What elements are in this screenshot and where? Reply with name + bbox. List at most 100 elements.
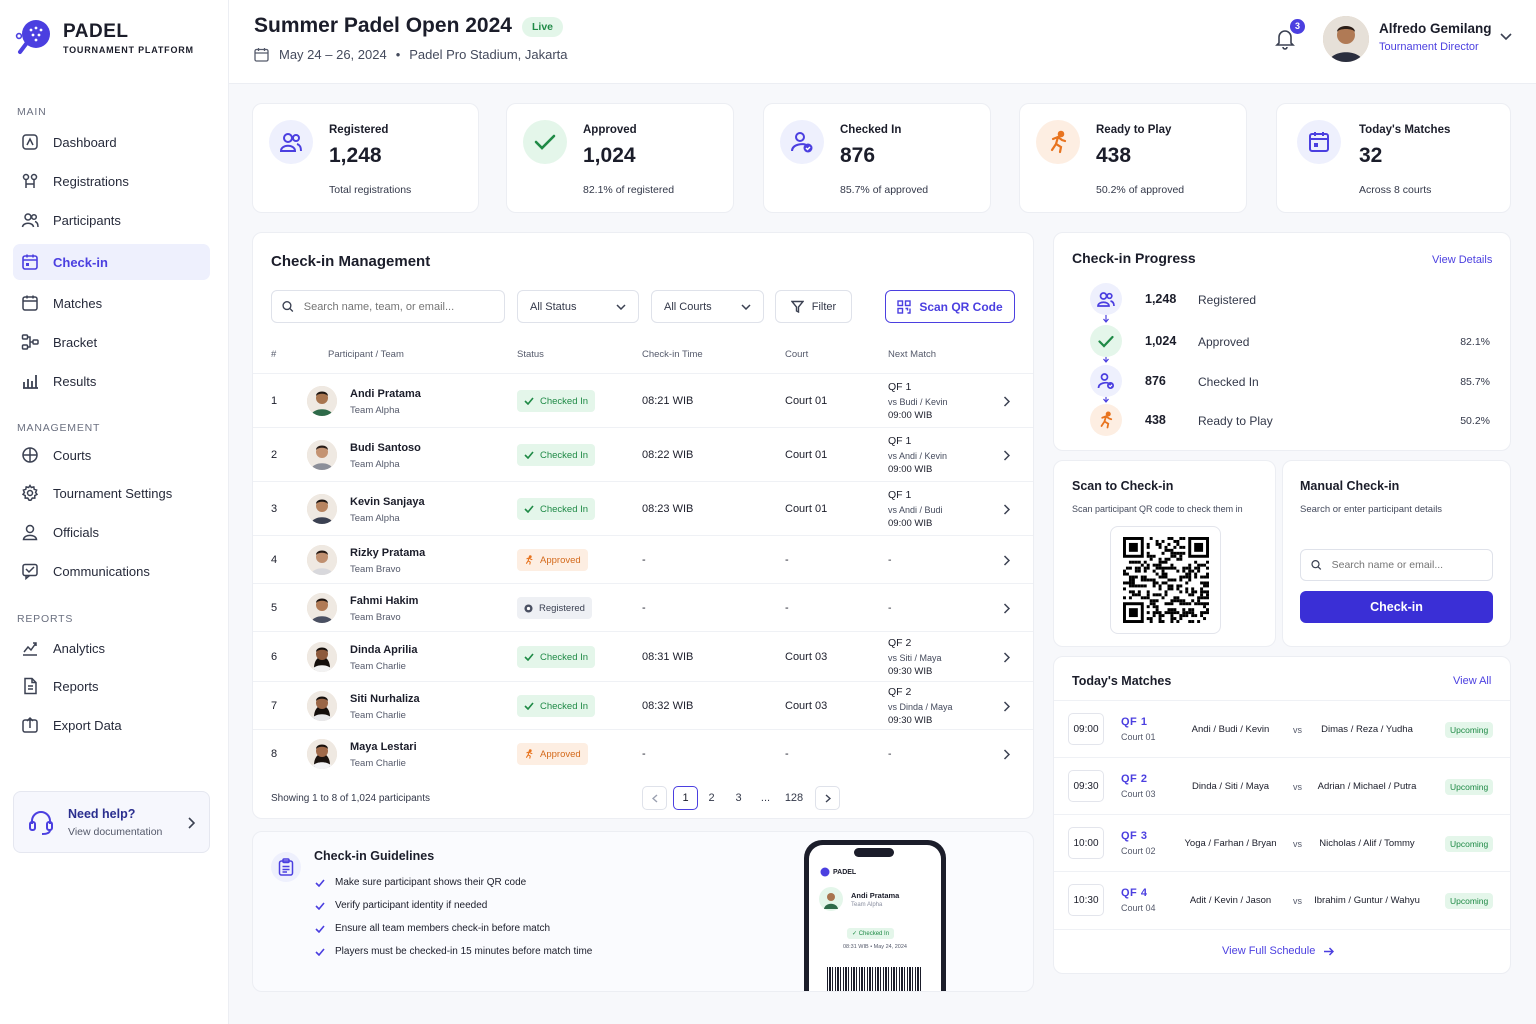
- chevron-right-icon[interactable]: [1003, 450, 1010, 461]
- stat-subtext: Across 8 courts: [1359, 184, 1432, 196]
- view-all-link[interactable]: View All: [1453, 675, 1491, 687]
- view-details-link[interactable]: View Details: [1432, 254, 1492, 266]
- status-text: Checked In: [540, 449, 589, 461]
- panel-title: Check-in Management: [271, 253, 431, 270]
- checkin-time: 08:23 WIB: [642, 503, 694, 515]
- page-button-2[interactable]: 2: [698, 792, 725, 804]
- chevron-right-icon[interactable]: [1003, 749, 1010, 760]
- match-row[interactable]: 09:00 QF 1 Court 01 Andi / Budi / Kevin vs Di…: [1054, 700, 1510, 757]
- stat-value: 32: [1359, 144, 1383, 167]
- table-row[interactable]: 2 Budi Santoso Team Alpha Checked In 08:22 W…: [253, 427, 1033, 481]
- match-row[interactable]: 09:30 QF 2 Court 03 Dinda / Siti / Maya vs Ad…: [1054, 757, 1510, 814]
- next-match-time: 09:30 WIB: [888, 715, 933, 726]
- scan-title: Scan to Check-in: [1072, 479, 1174, 493]
- notification-count: 3: [1290, 19, 1305, 34]
- sidebar-item-check-in[interactable]: Check-in: [13, 244, 210, 280]
- sidebar-item-registrations[interactable]: Registrations: [13, 163, 210, 199]
- search-input[interactable]: [271, 290, 505, 323]
- prev-page-button[interactable]: [642, 786, 667, 810]
- calendar-icon: [1309, 132, 1329, 152]
- next-match-round: -: [888, 602, 892, 614]
- sidebar-item-results[interactable]: Results: [13, 363, 210, 399]
- table-row[interactable]: 7 Siti Nurhaliza Team Charlie Checked In 08:…: [253, 681, 1033, 729]
- column-header-checkin-time: Check-in Time: [642, 349, 703, 360]
- table-row[interactable]: 4 Rizky Pratama Team Bravo Approved - - -: [253, 535, 1033, 583]
- page-button-last[interactable]: 128: [779, 792, 809, 804]
- sidebar-item-tournament-settings[interactable]: Tournament Settings: [13, 475, 210, 511]
- scan-qr-button[interactable]: Scan QR Code: [885, 290, 1015, 323]
- avatar[interactable]: [1323, 16, 1369, 62]
- check-icon: [524, 451, 534, 459]
- qr-code-icon: [1122, 537, 1209, 623]
- next-match-round: QF 2: [888, 637, 912, 649]
- chevron-right-icon[interactable]: [1003, 555, 1010, 566]
- sidebar-item-officials[interactable]: Officials: [13, 514, 210, 550]
- next-match-time: 09:30 WIB: [888, 666, 933, 677]
- headset-icon: [29, 811, 53, 835]
- nav-section-management: MANAGEMENT: [17, 422, 101, 434]
- sidebar-item-matches[interactable]: Matches: [13, 285, 210, 321]
- check-icon: [524, 653, 534, 661]
- sidebar-item-participants[interactable]: Participants: [13, 202, 210, 238]
- sidebar-item-label: Dashboard: [53, 134, 117, 150]
- progress-icon-approved: [1090, 325, 1122, 357]
- user-check-icon: [1097, 373, 1114, 389]
- manual-search-input[interactable]: [1300, 549, 1493, 581]
- chevron-right-icon[interactable]: [1003, 396, 1010, 407]
- sidebar-item-reports[interactable]: Reports: [13, 668, 210, 704]
- status-filter-select[interactable]: All Status: [517, 290, 639, 323]
- chevron-right-icon[interactable]: [1003, 504, 1010, 515]
- guideline-item: Verify participant identity if needed: [315, 900, 487, 911]
- guidelines-title: Check-in Guidelines: [314, 849, 435, 863]
- qr-code-box[interactable]: [1110, 526, 1221, 634]
- arrow-right-icon: [1324, 946, 1335, 956]
- row-number: 6: [271, 651, 278, 663]
- filter-label: Filter: [811, 300, 837, 313]
- brand-logo[interactable]: PADEL TOURNAMENT PLATFORM: [14, 18, 194, 58]
- stat-value: 1,248: [329, 144, 382, 167]
- manual-search-field[interactable]: [1331, 559, 1492, 571]
- bracket-icon: [21, 334, 39, 350]
- match-court: Court 03: [1121, 789, 1156, 799]
- sidebar-item-bracket[interactable]: Bracket: [13, 324, 210, 360]
- participant-team: Team Alpha: [350, 405, 400, 416]
- table-row[interactable]: 6 Dinda Aprilia Team Charlie Checked In 08:3…: [253, 631, 1033, 681]
- sidebar-item-communications[interactable]: Communications: [13, 553, 210, 589]
- next-page-button[interactable]: [815, 786, 840, 810]
- match-team-a: Dinda / Siti / Maya: [1191, 781, 1270, 792]
- filter-button[interactable]: Filter: [775, 290, 852, 323]
- progress-title: Check-in Progress: [1072, 250, 1196, 266]
- page-button-1[interactable]: 1: [673, 786, 698, 810]
- match-team-a: Yoga / Farhan / Bryan: [1184, 838, 1277, 849]
- table-row[interactable]: 1 Andi Pratama Team Alpha Checked In 08:21 W…: [253, 373, 1033, 427]
- court-filter-select[interactable]: All Courts: [651, 290, 764, 323]
- check-in-button[interactable]: Check-in: [1300, 591, 1493, 623]
- sidebar-item-dashboard[interactable]: Dashboard: [13, 124, 210, 160]
- status-badge: Approved: [517, 743, 588, 765]
- page-button-3[interactable]: 3: [725, 792, 752, 804]
- participant-team: Team Charlie: [350, 661, 406, 672]
- avatar: [819, 887, 843, 911]
- analytics-icon: [23, 642, 37, 656]
- court-icon: [22, 447, 38, 463]
- sidebar-item-export-data[interactable]: Export Data: [13, 707, 210, 743]
- checkin-progress-panel: Check-in Progress View Details 1,248 Reg…: [1053, 232, 1511, 451]
- sidebar-item-analytics[interactable]: Analytics: [13, 630, 210, 666]
- table-row[interactable]: 5 Fahmi Hakim Team Bravo Registered - - -: [253, 583, 1033, 631]
- match-row[interactable]: 10:00 QF 3 Court 02 Yoga / Farhan / Bryan vs…: [1054, 814, 1510, 871]
- sidebar-item-courts[interactable]: Courts: [13, 437, 210, 473]
- chevron-down-icon[interactable]: [1500, 33, 1512, 41]
- search-field[interactable]: [303, 300, 504, 313]
- table-row[interactable]: 3 Kevin Sanjaya Team Alpha Checked In 08:23 …: [253, 481, 1033, 535]
- chevron-right-icon[interactable]: [1003, 603, 1010, 614]
- help-card[interactable]: Need help? View documentation: [13, 791, 210, 853]
- matches-title: Today's Matches: [1072, 674, 1172, 688]
- court-name: -: [785, 554, 789, 566]
- table-row[interactable]: 8 Maya Lestari Team Charlie Approved - - -: [253, 729, 1033, 777]
- view-full-schedule-link[interactable]: View Full Schedule: [1222, 945, 1335, 957]
- match-row[interactable]: 10:30 QF 4 Court 04 Adit / Kevin / Jason vs I…: [1054, 871, 1510, 928]
- status-badge: Checked In: [517, 646, 596, 668]
- chevron-right-icon[interactable]: [1003, 652, 1010, 663]
- chevron-right-icon[interactable]: [1003, 701, 1010, 712]
- progress-icon-checked-in: [1090, 365, 1122, 397]
